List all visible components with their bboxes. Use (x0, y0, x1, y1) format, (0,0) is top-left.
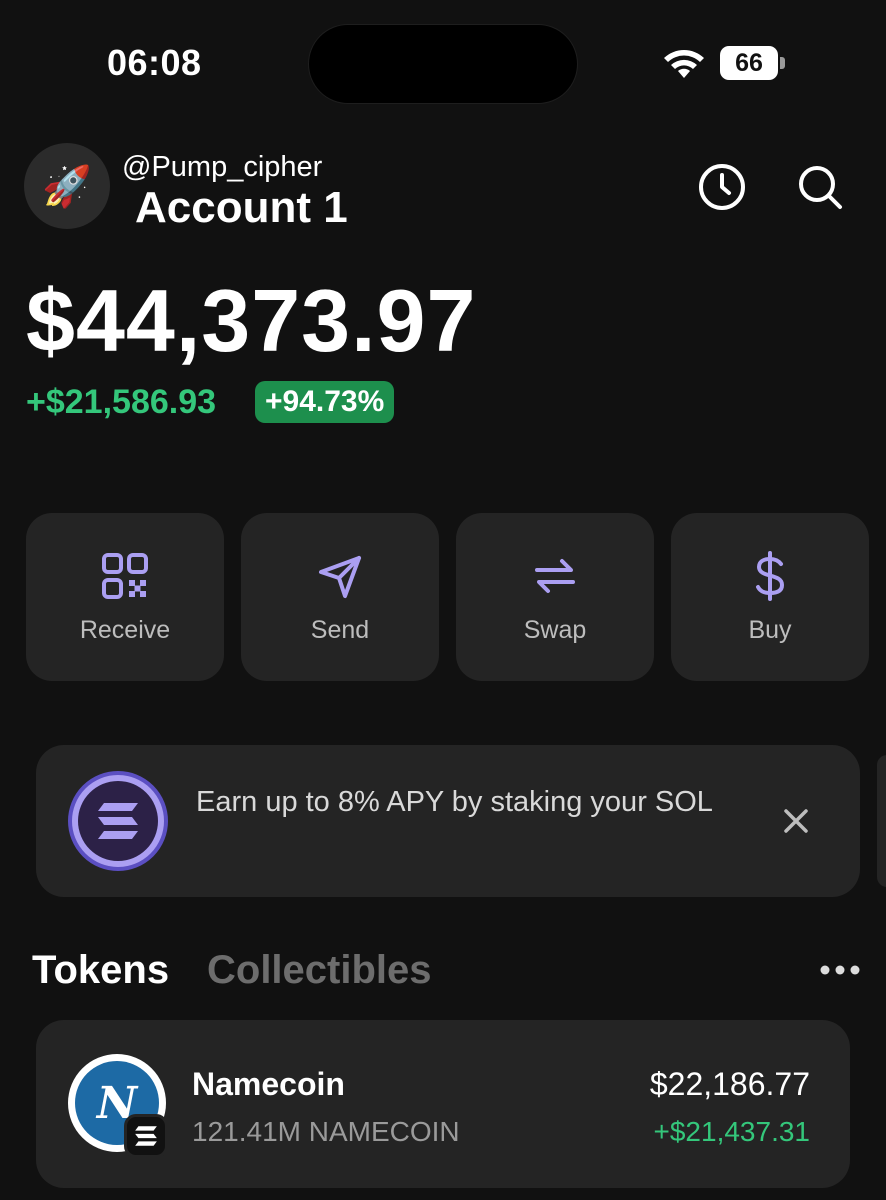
buy-label: Buy (748, 615, 792, 644)
balance-change-percent-badge: +94.73% (255, 381, 395, 423)
avatar[interactable]: 🚀 (24, 143, 110, 229)
token-value: $22,186.77 (649, 1066, 810, 1102)
token-amount: 121.41M NAMECOIN (192, 1116, 460, 1147)
dollar-icon (756, 550, 785, 601)
receive-label: Receive (79, 615, 171, 644)
search-icon[interactable] (795, 162, 845, 212)
send-label: Send (310, 615, 370, 644)
buy-button[interactable]: Buy (671, 513, 869, 681)
account-name[interactable]: Account 1 (135, 183, 348, 233)
solana-chain-badge-icon (124, 1114, 168, 1158)
tab-collectibles[interactable]: Collectibles (207, 948, 432, 993)
battery-indicator: 66 (720, 46, 778, 80)
receive-button[interactable]: Receive (26, 513, 224, 681)
send-icon (319, 555, 361, 598)
promo-text: Earn up to 8% APY by staking your SOL (196, 786, 713, 818)
next-banner-peek[interactable] (877, 755, 886, 887)
status-time: 06:08 (107, 42, 202, 83)
history-icon[interactable] (697, 162, 747, 212)
battery-nub (780, 57, 785, 69)
staking-promo-banner[interactable]: Earn up to 8% APY by staking your SOL (36, 745, 860, 897)
swap-label: Swap (523, 615, 587, 644)
token-change: +$21,437.31 (653, 1116, 811, 1147)
more-options-icon[interactable] (818, 958, 862, 982)
solana-logo-icon (68, 771, 168, 871)
swap-icon (535, 558, 575, 593)
token-row[interactable]: N Namecoin 121.41M NAMECOIN $22,186.77 +… (36, 1020, 850, 1188)
send-button[interactable]: Send (241, 513, 439, 681)
account-handle: @Pump_cipher (122, 151, 323, 183)
qr-code-icon (102, 552, 148, 599)
wifi-icon (664, 50, 704, 78)
action-buttons: Receive Send Swap Buy (26, 513, 869, 681)
swap-button[interactable]: Swap (456, 513, 654, 681)
token-name: Namecoin (192, 1066, 345, 1102)
dynamic-island (308, 24, 578, 104)
close-icon[interactable] (778, 803, 814, 839)
tab-tokens[interactable]: Tokens (32, 948, 169, 993)
balance-change-amount: +$21,586.93 (26, 383, 217, 421)
total-balance: $44,373.97 (26, 271, 477, 370)
